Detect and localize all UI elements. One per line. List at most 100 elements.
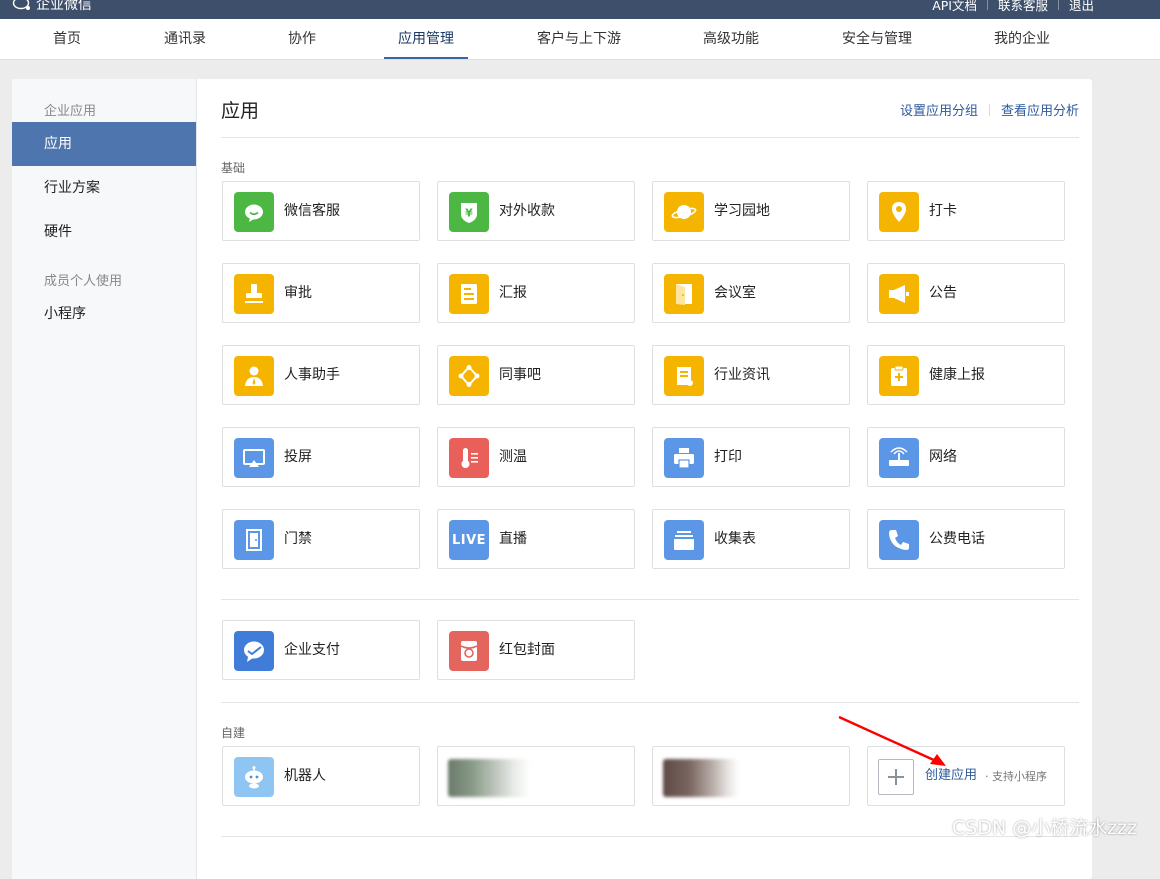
section-label-basic: 基础 (221, 161, 246, 175)
nav-item-app-management[interactable]: 应用管理 (384, 19, 468, 59)
app-tile[interactable]: 收集表 (652, 509, 850, 569)
sidebar-heading-personal: 成员个人使用 (44, 274, 123, 289)
set-app-group-link[interactable]: 设置应用分组 (900, 100, 978, 119)
app-name: 打印 (714, 449, 742, 465)
app-name: 测温 (499, 449, 527, 465)
app-name: 打卡 (929, 203, 957, 219)
sidebar-item-industry[interactable]: 行业方案 (12, 166, 196, 210)
app-tile[interactable]: 微信客服 (222, 181, 420, 241)
app-tile[interactable]: 健康上报 (867, 345, 1065, 405)
wecom-logo-icon (12, 0, 30, 10)
app-name: 投屏 (284, 449, 312, 465)
app-name: 会议室 (714, 285, 756, 301)
app-name: 对外收款 (499, 203, 555, 219)
planet-icon (664, 192, 704, 232)
door-icon (664, 274, 704, 314)
app-tile[interactable]: 学习园地 (652, 181, 850, 241)
app-tile[interactable]: 打卡 (867, 181, 1065, 241)
app-name: 审批 (284, 285, 312, 301)
app-name: 门禁 (284, 531, 312, 547)
app-name: 公费电话 (929, 531, 985, 547)
sidebar-item-hardware[interactable]: 硬件 (12, 210, 196, 254)
watermark: CSDN @小桥流水zzz (952, 817, 1138, 839)
app-name: 企业支付 (284, 642, 340, 658)
app-name: 机器人 (284, 768, 326, 784)
app-tile[interactable]: 会议室 (652, 263, 850, 323)
app-name: 学习园地 (714, 203, 770, 219)
brand-name: 企业微信 (36, 0, 92, 13)
nav-item-home[interactable]: 首页 (53, 19, 81, 59)
news-scroll-icon (664, 356, 704, 396)
app-name: 微信客服 (284, 203, 340, 219)
app-tile[interactable]: 测温 (437, 427, 635, 487)
app-tile[interactable]: 企业支付 (222, 620, 420, 680)
divider (221, 599, 1079, 600)
app-name: 人事助手 (284, 367, 340, 383)
main-nav: 首页 通讯录 协作 应用管理 客户与上下游 高级功能 安全与管理 我的企业 (0, 19, 1160, 60)
logout-link[interactable]: 退出 (1069, 0, 1094, 14)
app-name: 健康上报 (929, 367, 985, 383)
app-name: 收集表 (714, 531, 756, 547)
sidebar-heading-enterprise-apps: 企业应用 (44, 104, 97, 119)
nav-item-collaboration[interactable]: 协作 (288, 19, 316, 59)
collection-form-icon (664, 520, 704, 560)
nav-item-contacts[interactable]: 通讯录 (164, 19, 206, 59)
app-tile[interactable]: 公费电话 (867, 509, 1065, 569)
printer-icon (664, 438, 704, 478)
nav-item-advanced[interactable]: 高级功能 (703, 19, 759, 59)
divider (988, 103, 990, 116)
screen-cast-icon (234, 438, 274, 478)
api-docs-link[interactable]: API文档 (932, 0, 977, 14)
app-name: 汇报 (499, 285, 527, 301)
app-tile[interactable]: 打印 (652, 427, 850, 487)
app-tile[interactable]: 行业资讯 (652, 345, 850, 405)
app-tile-redacted[interactable] (652, 746, 850, 806)
app-tile[interactable]: 同事吧 (437, 345, 635, 405)
app-tile[interactable]: 红包封面 (437, 620, 635, 680)
divider (221, 137, 1079, 138)
app-tile[interactable]: 人事助手 (222, 345, 420, 405)
phone-icon (879, 520, 919, 560)
divider (986, 0, 988, 10)
section-label-custom: 自建 (221, 726, 246, 740)
app-tile-redacted[interactable] (437, 746, 635, 806)
network-icon (449, 356, 489, 396)
nav-item-my-company[interactable]: 我的企业 (994, 19, 1050, 59)
divider (1057, 0, 1059, 10)
svg-text:¥: ¥ (465, 207, 473, 220)
top-bar: 企业微信 API文档 联系客服 退出 (0, 0, 1160, 19)
enterprise-pay-icon (234, 631, 274, 671)
app-tile[interactable]: 投屏 (222, 427, 420, 487)
sidebar: 企业应用 应用 行业方案 硬件 成员个人使用 小程序 (12, 79, 197, 879)
megaphone-icon (879, 274, 919, 314)
annotation-arrow-icon (838, 715, 946, 766)
brand[interactable]: 企业微信 (12, 0, 92, 14)
health-clipboard-icon (879, 356, 919, 396)
app-tile[interactable]: LIVE 直播 (437, 509, 635, 569)
app-tile[interactable]: 门禁 (222, 509, 420, 569)
app-tile[interactable]: 汇报 (437, 263, 635, 323)
app-tile[interactable]: 审批 (222, 263, 420, 323)
app-name: 直播 (499, 531, 527, 547)
app-tile[interactable]: 机器人 (222, 746, 420, 806)
nav-item-customers[interactable]: 客户与上下游 (537, 19, 621, 59)
report-icon (449, 274, 489, 314)
app-tile[interactable]: 公告 (867, 263, 1065, 323)
app-tile[interactable]: ¥ 对外收款 (437, 181, 635, 241)
nav-item-security[interactable]: 安全与管理 (842, 19, 912, 59)
app-name: 同事吧 (499, 367, 541, 383)
person-icon (234, 356, 274, 396)
create-app-hint: · 支持小程序 (985, 770, 1047, 783)
redacted-app-icon (448, 759, 530, 797)
red-packet-icon (449, 631, 489, 671)
app-tile[interactable]: 网络 (867, 427, 1065, 487)
location-pin-icon (879, 192, 919, 232)
divider (221, 702, 1079, 703)
view-app-analysis-link[interactable]: 查看应用分析 (1001, 100, 1079, 119)
sidebar-item-apps[interactable]: 应用 (12, 122, 196, 166)
app-name: 网络 (929, 449, 957, 465)
wechat-service-icon (234, 192, 274, 232)
door-access-icon (234, 520, 274, 560)
contact-support-link[interactable]: 联系客服 (998, 0, 1048, 14)
sidebar-item-mini-program[interactable]: 小程序 (12, 292, 196, 336)
